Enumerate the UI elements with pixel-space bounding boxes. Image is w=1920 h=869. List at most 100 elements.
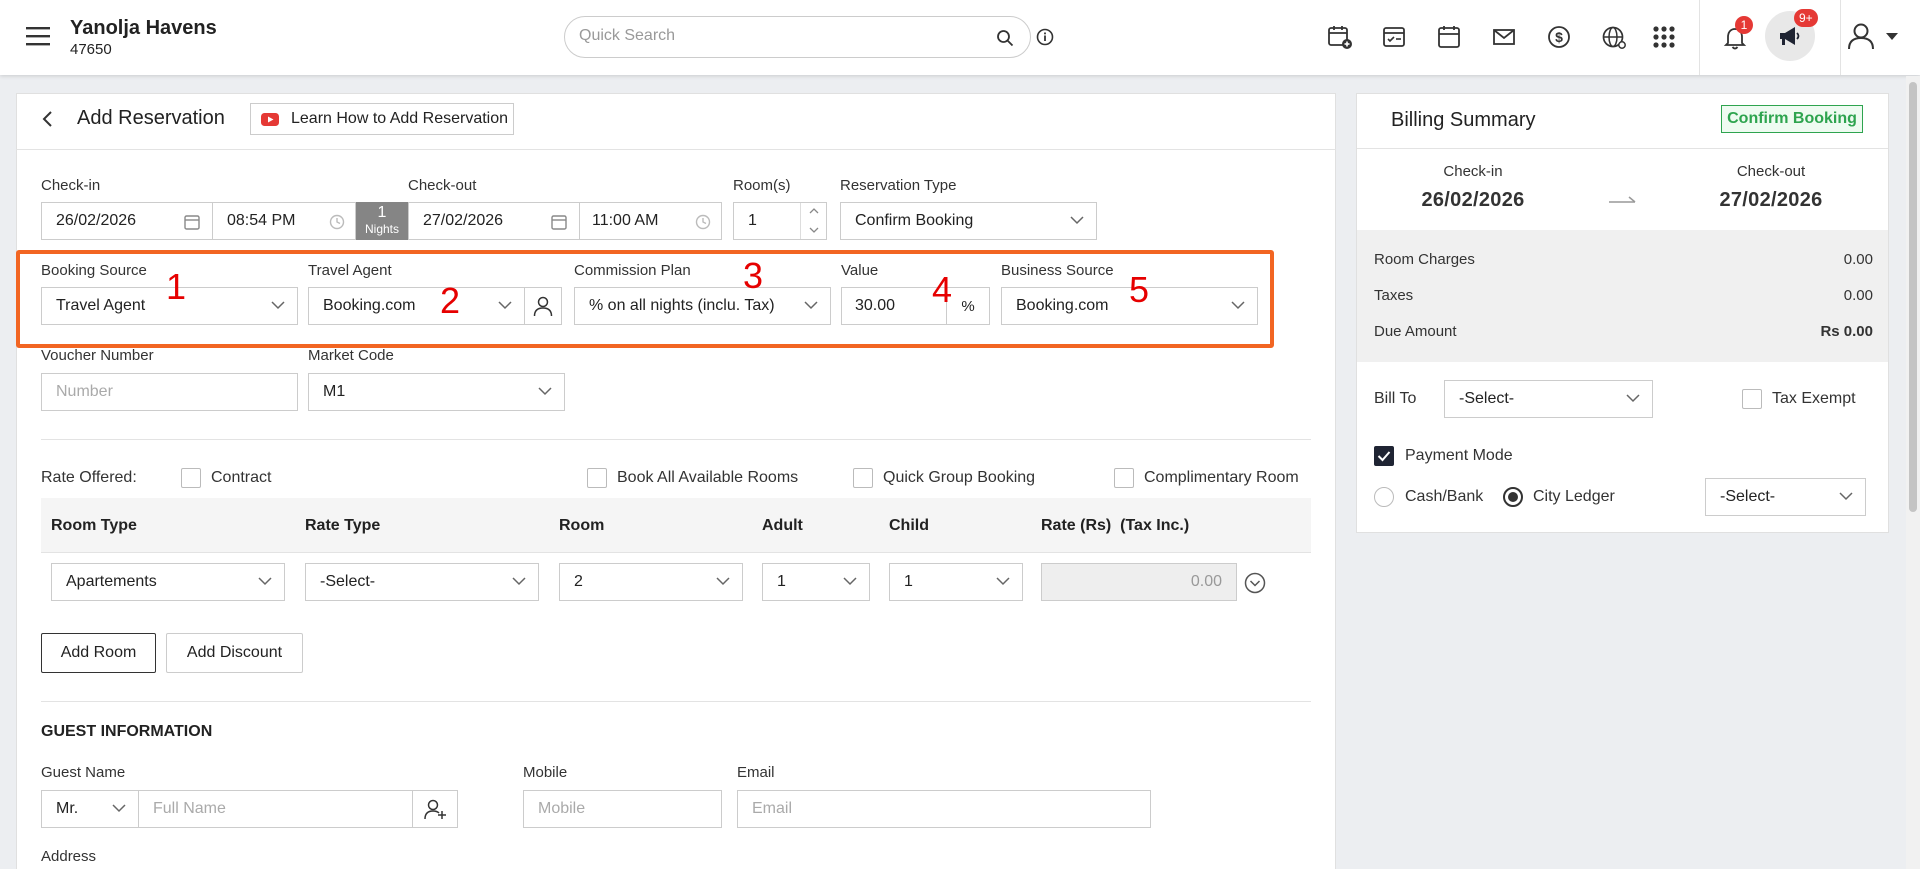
marker-1: 1 (166, 266, 187, 307)
chevron-down-icon (258, 577, 272, 586)
col-child: Child (889, 517, 929, 534)
complimentary-checkbox[interactable] (1114, 468, 1134, 488)
mobile-input[interactable]: Mobile (523, 790, 722, 828)
room-value: 2 (574, 573, 583, 590)
checkout-label: Check-out (408, 177, 477, 194)
apps-grid-icon[interactable] (1647, 20, 1681, 54)
bill-to-value: -Select- (1459, 390, 1515, 407)
top-bar: Yanolja Havens 47650 $ 1 9+ (0, 0, 1920, 75)
bill-totals-panel (1357, 230, 1888, 362)
payment-mode-label: Payment Mode (1405, 447, 1513, 464)
rooms-stepper[interactable]: 1 (733, 202, 827, 240)
travel-agent-label: Travel Agent (308, 262, 392, 279)
clock-icon (329, 214, 345, 230)
expand-row-icon[interactable] (1244, 572, 1266, 594)
chevron-down-icon (1626, 394, 1640, 403)
ledger-select[interactable]: -Select- (1705, 478, 1866, 516)
cash-bank-label: Cash/Bank (1405, 488, 1484, 505)
quick-group-checkbox[interactable] (853, 468, 873, 488)
announcement-badge: 9+ (1794, 9, 1818, 27)
contract-checkbox[interactable] (181, 468, 201, 488)
adult-select[interactable]: 1 (762, 563, 870, 601)
reservation-type-select[interactable]: Confirm Booking (840, 202, 1097, 240)
market-code-select[interactable]: M1 (308, 373, 565, 411)
learn-video-label: Learn How to Add Reservation (291, 110, 509, 127)
col-rate-type: Rate Type (305, 517, 381, 534)
room-select[interactable]: 2 (559, 563, 743, 601)
learn-video-button[interactable]: Learn How to Add Reservation (250, 103, 514, 135)
chevron-down-icon[interactable] (809, 227, 819, 233)
full-name-input[interactable]: Full Name (138, 790, 413, 828)
user-avatar-icon[interactable] (1844, 19, 1878, 53)
travel-agent-profile-button[interactable] (524, 287, 562, 325)
email-label: Email (737, 764, 775, 781)
add-room-button[interactable]: Add Room (41, 633, 156, 673)
guest-lookup-button[interactable] (412, 790, 458, 828)
add-reservation-icon[interactable] (1323, 20, 1357, 54)
salutation-select[interactable]: Mr. (41, 790, 139, 828)
cash-bank-radio[interactable] (1374, 487, 1394, 507)
room-charges-label: Room Charges (1374, 251, 1475, 268)
checkin-date-input[interactable]: 26/02/2026 (41, 202, 213, 240)
business-source-value: Booking.com (1016, 297, 1109, 314)
salutation-value: Mr. (56, 800, 79, 817)
email-input[interactable]: Email (737, 790, 1151, 828)
marker-5: 5 (1129, 269, 1150, 310)
checkin-time-input[interactable]: 08:54 PM (212, 202, 356, 240)
col-room-type: Room Type (51, 517, 137, 534)
scrollbar-thumb[interactable] (1909, 82, 1917, 512)
checkin-time-value: 08:54 PM (227, 212, 296, 229)
checkout-date-value: 27/02/2026 (423, 212, 504, 229)
bill-to-select[interactable]: -Select- (1444, 380, 1653, 418)
tax-exempt-checkbox[interactable] (1742, 389, 1762, 409)
adult-value: 1 (777, 573, 786, 590)
chevron-down-icon (271, 301, 285, 310)
mail-icon[interactable] (1487, 20, 1521, 54)
arrow-right-icon (1609, 195, 1637, 205)
calendar-check-icon[interactable] (1377, 20, 1411, 54)
menu-icon[interactable] (26, 26, 50, 46)
billing-title: Billing Summary (1391, 109, 1536, 131)
rate-type-select[interactable]: -Select- (305, 563, 539, 601)
divider (1699, 0, 1700, 75)
info-icon[interactable] (1036, 28, 1054, 46)
payment-mode-checkbox[interactable] (1374, 446, 1394, 466)
market-code-value: M1 (323, 383, 346, 400)
guest-section-title: GUEST INFORMATION (41, 723, 213, 740)
checkout-date-input[interactable]: 27/02/2026 (408, 202, 580, 240)
notification-badge: 1 (1735, 16, 1753, 34)
voucher-input[interactable]: Number (41, 373, 298, 411)
bill-checkin-date-text: 26/02/2026 (1421, 189, 1525, 211)
youtube-icon (261, 112, 279, 126)
dollar-icon[interactable]: $ (1542, 20, 1576, 54)
city-ledger-radio[interactable] (1503, 487, 1523, 507)
rooms-value: 1 (748, 212, 757, 229)
add-discount-button[interactable]: Add Discount (166, 633, 303, 673)
chevron-down-icon (538, 387, 552, 396)
back-icon[interactable] (41, 110, 53, 128)
book-all-label: Book All Available Rooms (617, 469, 799, 486)
bill-checkin-label-text: Check-in (1443, 163, 1503, 180)
chevron-up-icon[interactable] (809, 208, 819, 214)
book-all-checkbox[interactable] (587, 468, 607, 488)
child-select[interactable]: 1 (889, 563, 1023, 601)
stepper-controls[interactable] (800, 203, 826, 239)
calendar-icon[interactable] (1432, 20, 1466, 54)
globe-icon[interactable] (1597, 20, 1631, 54)
commission-plan-select[interactable]: % on all nights (inclu. Tax) (574, 287, 831, 325)
nights-count: 1 Nights (356, 202, 408, 240)
marker-4: 4 (932, 269, 953, 310)
value-label: Value (841, 262, 879, 279)
caret-down-icon[interactable] (1886, 33, 1898, 41)
value-unit-label: % (961, 297, 975, 315)
search-icon[interactable] (996, 29, 1014, 47)
market-code-label: Market Code (308, 347, 394, 364)
search-input[interactable] (579, 27, 979, 45)
chevron-down-icon (1070, 216, 1084, 225)
checkout-time-input[interactable]: 11:00 AM (579, 202, 722, 240)
room-type-select[interactable]: Apartements (51, 563, 285, 601)
quick-search[interactable] (564, 16, 1031, 58)
travel-agent-select[interactable]: Booking.com (308, 287, 525, 325)
marker-2: 2 (440, 280, 461, 321)
address-label: Address (41, 848, 97, 865)
